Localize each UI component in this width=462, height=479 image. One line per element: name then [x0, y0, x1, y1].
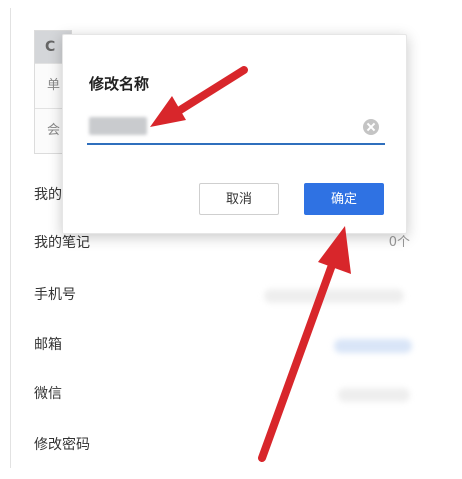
settings-row-wechat[interactable]: 微信 — [34, 382, 414, 406]
dialog-title: 修改名称 — [89, 75, 150, 93]
clear-icon[interactable] — [363, 119, 379, 135]
settings-row-label: 微信 — [34, 386, 62, 402]
left-divider — [10, 8, 11, 468]
phone-value-blurred — [264, 289, 404, 303]
confirm-button[interactable]: 确定 — [304, 183, 384, 215]
settings-row-label: 我的笔记 — [34, 235, 90, 251]
settings-row-label: 邮箱 — [34, 337, 62, 353]
cancel-button[interactable]: 取消 — [199, 183, 279, 215]
email-value-blurred — [334, 339, 412, 353]
name-input[interactable] — [87, 109, 385, 145]
settings-row-phone[interactable]: 手机号 — [34, 283, 414, 307]
wechat-value-blurred — [338, 388, 410, 402]
page: C 单 会 我的 我的笔记 0个 手机号 邮箱 微信 修改密码 修改名称 取消 … — [0, 0, 462, 479]
notes-count: 0个 — [388, 235, 410, 250]
settings-row-label: 我的 — [34, 187, 62, 203]
rename-dialog: 修改名称 取消 确定 — [62, 34, 407, 234]
settings-row-label: 手机号 — [34, 287, 76, 303]
name-input-value-blurred — [89, 117, 147, 135]
settings-row-change-password[interactable]: 修改密码 — [34, 433, 414, 457]
settings-row-label: 修改密码 — [34, 437, 90, 453]
settings-row-notes[interactable]: 我的笔记 0个 — [34, 231, 414, 255]
settings-row-email[interactable]: 邮箱 — [34, 333, 414, 357]
